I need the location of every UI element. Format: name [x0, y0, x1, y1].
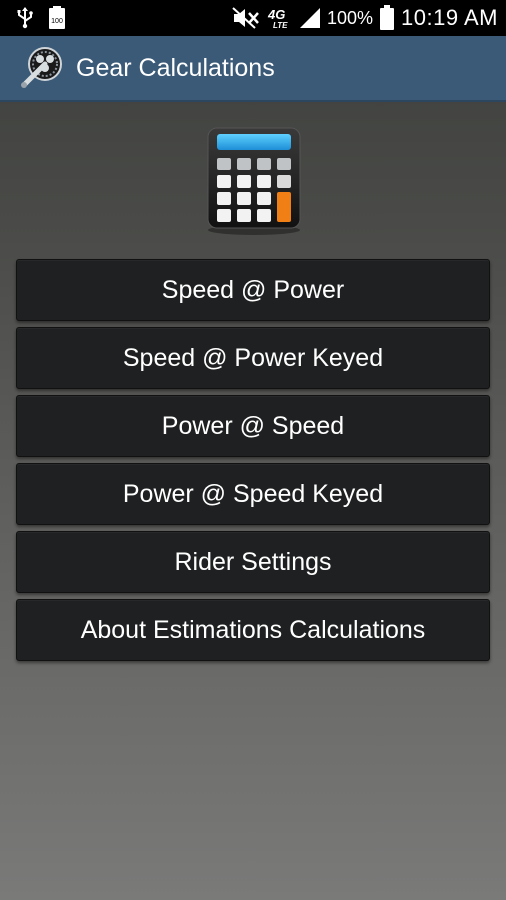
svg-text:LTE: LTE — [273, 21, 288, 30]
power-at-speed-button[interactable]: Power @ Speed — [16, 395, 490, 457]
about-estimations-button[interactable]: About Estimations Calculations — [16, 599, 490, 661]
signal-icon — [299, 7, 321, 29]
app-title: Gear Calculations — [76, 53, 275, 82]
app-bar: Gear Calculations — [0, 36, 506, 102]
rider-settings-button[interactable]: Rider Settings — [16, 531, 490, 593]
status-bar: 100 4G LTE 100% 10:19 AM — [0, 0, 506, 36]
main-menu: Speed @ Power Speed @ Power Keyed Power … — [16, 259, 490, 661]
svg-text:4G: 4G — [267, 7, 285, 22]
gear-crank-icon[interactable] — [18, 45, 64, 91]
power-at-speed-keyed-button[interactable]: Power @ Speed Keyed — [16, 463, 490, 525]
battery-percentage: 100% — [327, 7, 374, 28]
speed-at-power-keyed-button[interactable]: Speed @ Power Keyed — [16, 327, 490, 389]
speed-at-power-button[interactable]: Speed @ Power — [16, 259, 490, 321]
battery-notice-icon: 100 — [48, 6, 66, 30]
battery-icon — [379, 5, 395, 31]
usb-icon — [16, 7, 34, 29]
network-type-icon: 4G LTE — [267, 6, 293, 30]
clock: 10:19 AM — [401, 5, 498, 30]
battery-small-text: 100 — [51, 18, 63, 25]
mute-icon — [231, 6, 261, 30]
calculator-icon — [204, 126, 304, 236]
